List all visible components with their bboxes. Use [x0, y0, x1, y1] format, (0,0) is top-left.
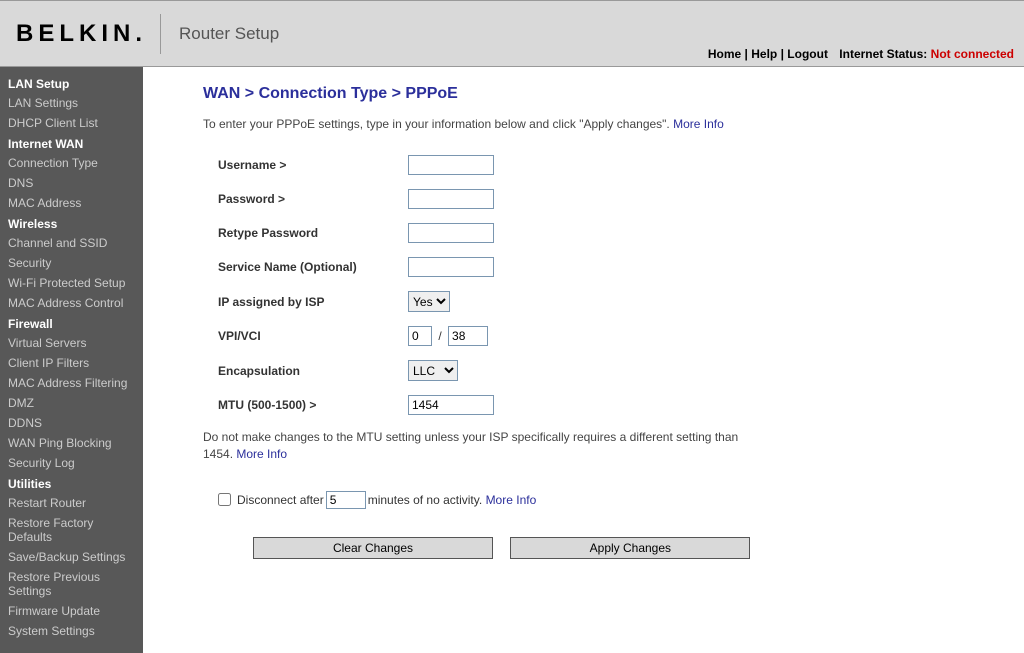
label-encapsulation: Encapsulation	[203, 364, 408, 378]
sidebar-item-mac-control[interactable]: MAC Address Control	[0, 293, 143, 313]
row-disconnect: Disconnect after minutes of no activity.…	[203, 491, 1014, 509]
label-ip-assigned: IP assigned by ISP	[203, 295, 408, 309]
sidebar-item-security-log[interactable]: Security Log	[0, 453, 143, 473]
row-encapsulation: Encapsulation LLC	[203, 360, 1014, 381]
sidebar-item-system-settings[interactable]: System Settings	[0, 621, 143, 641]
vpi-vci-separator: /	[438, 329, 441, 343]
row-service-name: Service Name (Optional)	[203, 257, 1014, 277]
row-ip-assigned: IP assigned by ISP Yes	[203, 291, 1014, 312]
sidebar-item-connection-type[interactable]: Connection Type	[0, 153, 143, 173]
encapsulation-select[interactable]: LLC	[408, 360, 458, 381]
sidebar-item-channel-ssid[interactable]: Channel and SSID	[0, 233, 143, 253]
sidebar-item-dhcp-client-list[interactable]: DHCP Client List	[0, 113, 143, 133]
more-info-link-mtu[interactable]: More Info	[236, 447, 287, 461]
main-content: WAN > Connection Type > PPPoE To enter y…	[143, 67, 1024, 653]
ip-assigned-select[interactable]: Yes	[408, 291, 450, 312]
sidebar-item-wan-ping-blocking[interactable]: WAN Ping Blocking	[0, 433, 143, 453]
page-title: WAN > Connection Type > PPPoE	[203, 85, 1014, 103]
internet-status-value: Not connected	[931, 47, 1014, 61]
main-container: LAN Setup LAN Settings DHCP Client List …	[0, 67, 1024, 653]
sidebar-item-client-ip-filters[interactable]: Client IP Filters	[0, 353, 143, 373]
sidebar-item-firmware-update[interactable]: Firmware Update	[0, 601, 143, 621]
label-username: Username >	[203, 158, 408, 172]
service-name-input[interactable]	[408, 257, 494, 277]
sidebar-head-wireless: Wireless	[0, 213, 143, 233]
mtu-note: Do not make changes to the MTU setting u…	[203, 429, 763, 463]
row-retype-password: Retype Password	[203, 223, 1014, 243]
row-mtu: MTU (500-1500) >	[203, 395, 1014, 415]
page-app-title: Router Setup	[161, 24, 279, 44]
home-link[interactable]: Home	[708, 47, 741, 61]
disconnect-label-before: Disconnect after	[237, 493, 324, 507]
internet-status-label: Internet Status:	[839, 47, 927, 61]
sidebar-head-internet-wan: Internet WAN	[0, 133, 143, 153]
sidebar: LAN Setup LAN Settings DHCP Client List …	[0, 67, 143, 653]
label-mtu: MTU (500-1500) >	[203, 398, 408, 412]
row-username: Username >	[203, 155, 1014, 175]
intro-sentence: To enter your PPPoE settings, type in yo…	[203, 117, 670, 131]
sidebar-item-restore-defaults[interactable]: Restore Factory Defaults	[0, 513, 143, 547]
username-input[interactable]	[408, 155, 494, 175]
more-info-link-intro[interactable]: More Info	[673, 117, 724, 131]
mtu-input[interactable]	[408, 395, 494, 415]
sidebar-item-mac-filtering[interactable]: MAC Address Filtering	[0, 373, 143, 393]
sidebar-item-lan-settings[interactable]: LAN Settings	[0, 93, 143, 113]
vpi-input[interactable]	[408, 326, 432, 346]
sidebar-item-mac-address[interactable]: MAC Address	[0, 193, 143, 213]
disconnect-minutes-input[interactable]	[326, 491, 366, 509]
intro-text: To enter your PPPoE settings, type in yo…	[203, 117, 1014, 131]
row-password: Password >	[203, 189, 1014, 209]
label-vpi-vci: VPI/VCI	[203, 329, 408, 343]
sidebar-head-lan: LAN Setup	[0, 73, 143, 93]
sidebar-item-wps[interactable]: Wi-Fi Protected Setup	[0, 273, 143, 293]
password-input[interactable]	[408, 189, 494, 209]
sidebar-item-save-backup[interactable]: Save/Backup Settings	[0, 547, 143, 567]
sidebar-item-restore-previous[interactable]: Restore Previous Settings	[0, 567, 143, 601]
row-vpi-vci: VPI/VCI /	[203, 326, 1014, 346]
apply-changes-button[interactable]: Apply Changes	[510, 537, 750, 559]
disconnect-label-after: minutes of no activity.	[368, 493, 483, 507]
sidebar-item-dns[interactable]: DNS	[0, 173, 143, 193]
sidebar-item-virtual-servers[interactable]: Virtual Servers	[0, 333, 143, 353]
button-row: Clear Changes Apply Changes	[203, 537, 1014, 559]
sidebar-item-restart-router[interactable]: Restart Router	[0, 493, 143, 513]
sidebar-item-security[interactable]: Security	[0, 253, 143, 273]
brand-logo: BELKIN.	[10, 14, 161, 54]
more-info-link-disconnect[interactable]: More Info	[486, 493, 537, 507]
header: BELKIN. Router Setup Home | Help | Logou…	[0, 0, 1024, 67]
top-links: Home | Help | Logout Internet Status: No…	[708, 47, 1014, 61]
label-service-name: Service Name (Optional)	[203, 260, 408, 274]
label-retype-password: Retype Password	[203, 226, 408, 240]
logout-link[interactable]: Logout	[787, 47, 828, 61]
retype-password-input[interactable]	[408, 223, 494, 243]
sidebar-item-ddns[interactable]: DDNS	[0, 413, 143, 433]
sidebar-item-dmz[interactable]: DMZ	[0, 393, 143, 413]
help-link[interactable]: Help	[751, 47, 777, 61]
clear-changes-button[interactable]: Clear Changes	[253, 537, 493, 559]
sidebar-head-firewall: Firewall	[0, 313, 143, 333]
disconnect-checkbox[interactable]	[218, 493, 231, 506]
sidebar-head-utilities: Utilities	[0, 473, 143, 493]
vci-input[interactable]	[448, 326, 488, 346]
label-password: Password >	[203, 192, 408, 206]
